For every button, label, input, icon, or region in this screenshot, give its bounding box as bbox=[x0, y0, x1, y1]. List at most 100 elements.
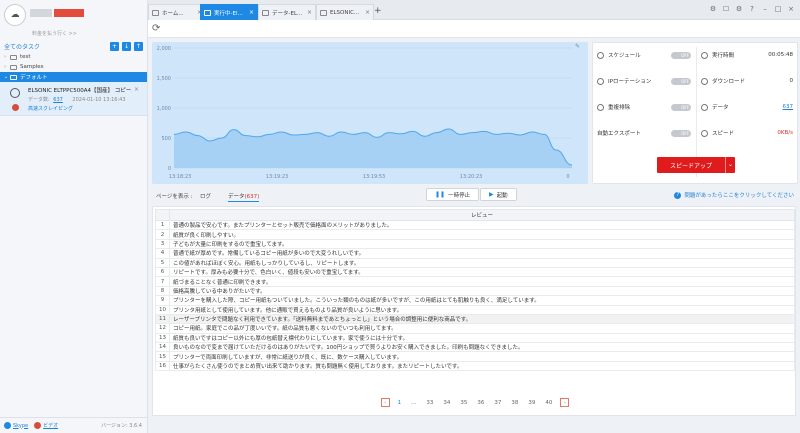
review-cell[interactable]: 普通の製品で安心です。またプリンターとセット販売で価格面のメリットがありました。 bbox=[169, 219, 795, 231]
page-number[interactable]: 33 bbox=[426, 400, 433, 406]
page-icon bbox=[320, 9, 327, 16]
add-tab-button[interactable]: + bbox=[374, 6, 382, 16]
schedule-toggle[interactable]: OFF bbox=[671, 51, 691, 59]
table-row[interactable]: 12 コピー用紙。家庭でこの品が丁度いいです。紙の品質も悪くないのでいつも利用して… bbox=[155, 323, 795, 334]
page-number[interactable]: 34 bbox=[443, 400, 450, 406]
table-row[interactable]: 4 普通で紙が厚めです。常備しているコピー用紙が多いので大変うれしいです。 bbox=[155, 248, 795, 259]
tab-data-view[interactable]: データ(637) bbox=[228, 192, 260, 202]
speed-icon bbox=[701, 129, 708, 137]
table-row[interactable]: 15 プリンターで両面印刷していますが、非常に紙送りが良く、既に、数ケース購入して… bbox=[155, 351, 795, 362]
stats-panel: スケジュール OFF IPローテーション OFF 重複排除 OFF 自動エクスポ… bbox=[592, 42, 798, 184]
table-row[interactable]: 14 良いものなので変まで届けていただけるのはありがたいです。100円ショップで買… bbox=[155, 342, 795, 353]
next-page-button[interactable]: › bbox=[560, 398, 570, 407]
video-link[interactable]: ビデオ bbox=[43, 422, 58, 429]
table-row[interactable]: 7 紙づまることなく普通に印刷できます。 bbox=[155, 276, 795, 287]
auto-export-toggle[interactable]: OFF bbox=[671, 129, 691, 137]
edit-icon[interactable]: ✎ bbox=[575, 43, 580, 50]
minimize-icon[interactable]: – bbox=[760, 4, 770, 14]
runtime-value: 00:05:48 bbox=[768, 52, 793, 58]
table-row[interactable]: 11 レーザープリンタで問題なく利用できています。「送料無料まであとちょっとし」と… bbox=[155, 313, 795, 325]
review-header[interactable]: レビュー bbox=[169, 209, 795, 221]
refresh-icon[interactable]: ⟳ bbox=[152, 23, 160, 34]
add-folder-button[interactable]: + bbox=[110, 41, 119, 51]
table-row[interactable]: 13 紙質も良いですはコピー以外にも厚の包紙替え標代わりにしています。家で使うには… bbox=[155, 332, 795, 344]
stat-auto-export: 自動エクスポート OFF bbox=[597, 127, 691, 139]
table-row[interactable]: 16 仕事がらたくさん使うのでまとめ買い出来て助かります。質も問題無く使用しており… bbox=[155, 360, 795, 372]
tab-log[interactable]: ログ bbox=[200, 192, 211, 200]
page-number[interactable]: 38 bbox=[511, 400, 518, 406]
close-window-icon[interactable]: × bbox=[786, 4, 796, 14]
review-cell[interactable]: 紙質が良く印刷しやすい。 bbox=[169, 229, 795, 240]
start-button[interactable]: ▶ 起動 bbox=[480, 188, 517, 201]
folder-default[interactable]: ⌄ デフォルト bbox=[0, 72, 147, 82]
upgrade-link[interactable]: 料金を払う行く >> bbox=[32, 30, 77, 37]
sidebar-footer: Skype ビデオ バージョン: 3.6.4 bbox=[0, 417, 148, 433]
stat-label: 重複排除 bbox=[608, 105, 631, 111]
task-count[interactable]: 637 bbox=[53, 97, 63, 103]
chevron-down-icon[interactable]: ⌄ bbox=[725, 157, 735, 173]
prev-page-button[interactable]: ‹ bbox=[380, 398, 390, 407]
page-number[interactable]: 40 bbox=[545, 400, 552, 406]
help-icon[interactable]: ? bbox=[747, 4, 757, 14]
tab-home[interactable]: ホーム... × bbox=[148, 4, 206, 20]
speedup-button[interactable]: スピードアップ ⌄ bbox=[657, 157, 735, 173]
page-number[interactable]: 35 bbox=[460, 400, 467, 406]
review-cell[interactable]: 良いものなので変まで届けていただけるのはありがたいです。100円ショップで買うよ… bbox=[169, 342, 795, 353]
help-link[interactable]: ? 問題があったらここをクリックしてください bbox=[674, 191, 794, 199]
timer-icon bbox=[701, 51, 708, 59]
review-cell[interactable]: 子どもが大量に印刷をするので重宝してます。 bbox=[169, 238, 795, 250]
table-row[interactable]: 3 子どもが大量に印刷をするので重宝してます。 bbox=[155, 238, 795, 250]
page-number[interactable]: 36 bbox=[477, 400, 484, 406]
review-cell[interactable]: リピートです。厚みも必要十分で、色白いく、値段も安いので重宝してます。 bbox=[169, 266, 795, 278]
review-cell[interactable]: 仕事がらたくさん使うのでまとめ買い出来て助かります。質も問題無く使用しております… bbox=[169, 360, 795, 372]
review-cell[interactable]: 紙づまることなく普通に印刷できます。 bbox=[169, 276, 795, 287]
folder-samples[interactable]: › Samples bbox=[0, 62, 147, 72]
review-cell[interactable]: プリンターを購入した際、コピー用紙もついていました。こういった類のものは紙が多い… bbox=[169, 295, 795, 306]
close-icon[interactable]: × bbox=[307, 9, 312, 16]
pause-icon: ❚❚ bbox=[435, 191, 446, 198]
speed-value: 0KB/s bbox=[777, 130, 793, 136]
table-row[interactable]: 2 紙質が良く印刷しやすい。 bbox=[155, 229, 795, 240]
tab-data[interactable]: データ-EL... × bbox=[258, 4, 316, 20]
gift-icon[interactable]: ⚙ bbox=[708, 4, 718, 14]
stat-runtime: 実行時間 00:05:48 bbox=[701, 49, 793, 61]
folder-test[interactable]: › test bbox=[0, 52, 147, 62]
table-row[interactable]: 9 プリンターを購入した際、コピー用紙もついていました。こういった類のものは紙が多… bbox=[155, 295, 795, 306]
data-value[interactable]: 637 bbox=[783, 104, 794, 110]
user-name-redacted bbox=[30, 9, 52, 17]
import-button[interactable]: ↓ bbox=[122, 41, 131, 51]
maximize-icon[interactable]: □ bbox=[773, 4, 783, 14]
window-icon[interactable]: ☐ bbox=[721, 4, 731, 14]
table-row[interactable]: 1 普通の製品で安心です。またプリンターとセット販売で価格面のメリットがありました… bbox=[155, 219, 795, 231]
table-row[interactable]: 8 価格高騰している中ありがたいです。 bbox=[155, 285, 795, 297]
close-icon[interactable]: × bbox=[365, 9, 370, 16]
pause-button[interactable]: ❚❚ 一時停止 bbox=[426, 188, 480, 201]
ip-rotation-toggle[interactable]: OFF bbox=[671, 77, 691, 85]
data-icon bbox=[701, 103, 708, 111]
table-row[interactable]: 10 プリンタ用紙として使用しています。他に通販で買えるものより品質が良いように思… bbox=[155, 304, 795, 315]
page-number[interactable]: 1 bbox=[398, 400, 402, 406]
all-tasks-title[interactable]: 全てのタスク bbox=[4, 42, 107, 51]
review-cell[interactable]: 普通で紙が厚めです。常備しているコピー用紙が多いので大変うれしいです。 bbox=[169, 248, 795, 259]
table-row[interactable]: 6 リピートです。厚みも必要十分で、色白いく、値段も安いので重宝してます。 bbox=[155, 266, 795, 278]
table-row[interactable]: 5 この値があればほぼく安心。用紙もしっかりしているし、リピートします。 bbox=[155, 257, 795, 268]
dedupe-toggle[interactable]: OFF bbox=[671, 103, 691, 111]
review-cell[interactable]: レーザープリンタで問題なく利用できています。「送料無料まであとちょっとし」という… bbox=[169, 313, 795, 325]
page-number[interactable]: 37 bbox=[494, 400, 501, 406]
export-button[interactable]: ↑ bbox=[134, 41, 143, 51]
review-cell[interactable]: プリンターで両面印刷していますが、非常に紙送りが良く、既に、数ケース購入していま… bbox=[169, 351, 795, 362]
review-cell[interactable]: 価格高騰している中ありがたいです。 bbox=[169, 285, 795, 297]
review-cell[interactable]: 紙質も良いですはコピー以外にも厚の包紙替え標代わりにしています。家で使うには十分… bbox=[169, 332, 795, 344]
review-cell[interactable]: この値があればほぼく安心。用紙もしっかりしているし、リピートします。 bbox=[169, 257, 795, 268]
review-cell[interactable]: コピー用紙。家庭でこの品が丁度いいです。紙の品質も悪くないのでいつも利用してます… bbox=[169, 323, 795, 334]
tab-elsonic[interactable]: ELSONIC... × bbox=[316, 4, 374, 20]
review-cell[interactable]: プリンタ用紙として使用しています。他に通販で買えるものより品質が良いように思いま… bbox=[169, 304, 795, 315]
close-icon[interactable]: × bbox=[134, 86, 139, 93]
tab-running[interactable]: 実行中-El... × bbox=[200, 4, 258, 20]
page-number[interactable]: 39 bbox=[528, 400, 535, 406]
task-item[interactable]: ELSONIC ELTPPC500A4【国産】 コピー... × データ数: 6… bbox=[0, 82, 147, 116]
close-icon[interactable]: × bbox=[249, 9, 254, 16]
stat-label: ダウンロード bbox=[712, 79, 746, 85]
gear-icon[interactable]: ⚙ bbox=[734, 4, 744, 14]
skype-link[interactable]: Skype bbox=[13, 423, 28, 429]
